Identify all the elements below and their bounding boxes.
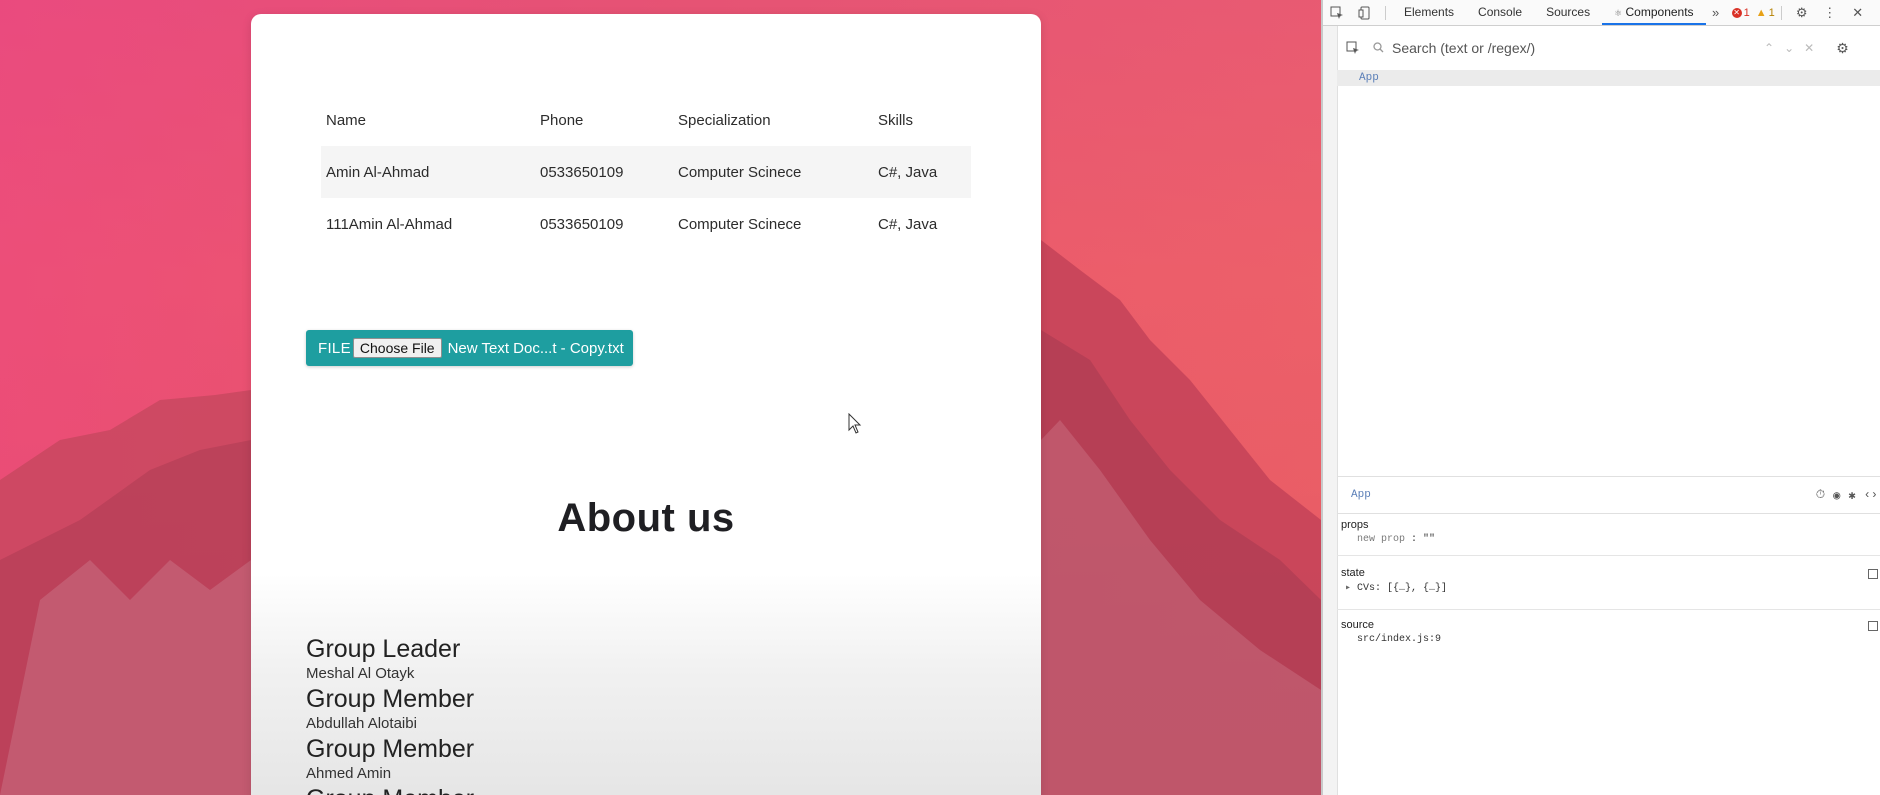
device-toolbar-icon[interactable] [1351,0,1379,25]
member-name: Ahmed Amin [306,765,392,782]
state-cvs-row[interactable]: ▸ CVs: [{…}, {…}] [1337,579,1880,594]
search-prev-icon[interactable]: ⌃ [1764,41,1774,55]
about-us-heading: About us [557,496,735,540]
props-section: props new prop : "" [1337,513,1880,556]
props-new-prop-row[interactable]: new prop : "" [1337,531,1880,545]
column-header-name: Name [326,111,367,129]
column-header-specialization: Specialization [678,111,771,129]
more-tabs-icon[interactable]: » [1706,0,1726,25]
cv-table: Name Phone Specialization Skills Amin Al… [321,94,971,250]
copy-icon[interactable] [1868,569,1878,579]
state-section: state ▸ CVs: [{…}, {…}] [1337,561,1880,610]
member-role: Group Member [306,685,475,713]
cell-name: 111Amin Al-Ahmad [326,215,453,233]
devtools-panel: Elements Console Sources ⚛ Components » … [1323,0,1880,795]
mouse-cursor-icon [848,413,862,434]
search-clear-icon[interactable]: ✕ [1804,41,1814,55]
view-source-icon[interactable]: ‹› [1864,488,1878,503]
cell-phone: 0533650109 [540,215,624,233]
warning-badge[interactable]: ▲ 1 [1756,7,1775,19]
expand-arrow-icon[interactable]: ▸ [1345,583,1351,594]
column-header-phone: Phone [540,111,584,129]
select-component-icon[interactable] [1337,41,1369,55]
file-upload-field[interactable]: FILE Choose File New Text Doc...t - Copy… [306,330,633,366]
component-search-input[interactable] [1390,39,1754,57]
member-role: Group Member [306,735,475,763]
error-count: 1 [1743,6,1750,19]
cell-name: Amin Al-Ahmad [326,163,430,181]
table-row: 111Amin Al-Ahmad 0533650109 Computer Sci… [321,198,971,250]
tab-elements[interactable]: Elements [1392,0,1466,25]
member-role: Group Member [306,784,474,795]
state-title: state [1341,567,1365,579]
error-badge[interactable]: ✕ 1 [1731,6,1750,19]
search-icon [1373,41,1384,56]
kebab-menu-icon[interactable]: ⋮ [1816,0,1844,25]
choose-file-button[interactable]: Choose File [352,338,442,358]
warning-icon: ▲ [1755,6,1767,19]
selected-component-header: App ⏱ ◉ ✱ ‹› [1337,476,1880,514]
component-search-bar: ⌃ ⌄ ✕ ⚙ [1337,26,1880,71]
stopwatch-icon[interactable]: ⏱ [1816,488,1825,503]
cell-skills: C#, Java [878,163,938,181]
react-logo-icon: ⚛ [1614,8,1623,18]
tab-components[interactable]: ⚛ Components [1602,0,1706,25]
search-next-icon[interactable]: ⌄ [1784,41,1794,55]
table-header-row: Name Phone Specialization Skills [321,94,971,146]
cell-specialization: Computer Scinece [678,215,802,233]
toolbar-separator [1385,5,1386,20]
devtools-left-gutter [1323,26,1338,795]
copy-icon[interactable] [1868,621,1878,631]
warning-count: 1 [1768,6,1775,19]
source-title: source [1341,619,1375,631]
new-prop-value: : "" [1411,534,1436,545]
close-devtools-icon[interactable]: ✕ [1844,0,1872,25]
inspect-element-icon[interactable] [1323,0,1351,25]
column-header-skills: Skills [878,111,914,129]
bug-icon[interactable]: ✱ [1848,488,1855,503]
new-prop-key: new prop [1357,534,1406,545]
devtools-tabbar: Elements Console Sources ⚛ Components » … [1323,0,1880,26]
eye-icon[interactable]: ◉ [1833,488,1840,503]
state-cvs-value: CVs: [{…}, {…}] [1357,583,1448,594]
source-section: source src/index.js:9 [1337,613,1880,661]
settings-gear-icon[interactable]: ⚙ [1788,0,1816,25]
cell-phone: 0533650109 [540,163,624,181]
cell-skills: C#, Java [878,215,938,233]
error-icon: ✕ [1731,7,1742,18]
member-name: Abdullah Alotaibi [306,715,417,732]
page-viewport: Name Phone Specialization Skills Amin Al… [0,0,1321,795]
member-name: Meshal Al Otayk [306,665,415,682]
group-members-list: Group Leader Meshal Al Otayk Group Membe… [306,634,474,795]
table-row: Amin Al-Ahmad 0533650109 Computer Scinec… [321,146,971,198]
tab-components-label: Components [1625,5,1694,19]
cell-specialization: Computer Scinece [678,163,802,181]
tab-sources[interactable]: Sources [1534,0,1602,25]
file-label: FILE [318,339,351,357]
source-location[interactable]: src/index.js:9 [1337,631,1880,645]
component-settings-gear-icon[interactable]: ⚙ [1836,40,1849,57]
component-actions: ⏱ ◉ ✱ ‹› [1816,488,1880,503]
selected-file-name: New Text Doc...t - Copy.txt [447,339,624,357]
tab-console[interactable]: Console [1466,0,1534,25]
component-tree-item-app[interactable]: App [1337,70,1880,86]
content-card: Name Phone Specialization Skills Amin Al… [251,14,1041,795]
props-title: props [1341,519,1369,531]
member-role: Group Leader [306,635,461,663]
toolbar-separator [1780,5,1782,20]
selected-component-name: App [1351,489,1371,501]
